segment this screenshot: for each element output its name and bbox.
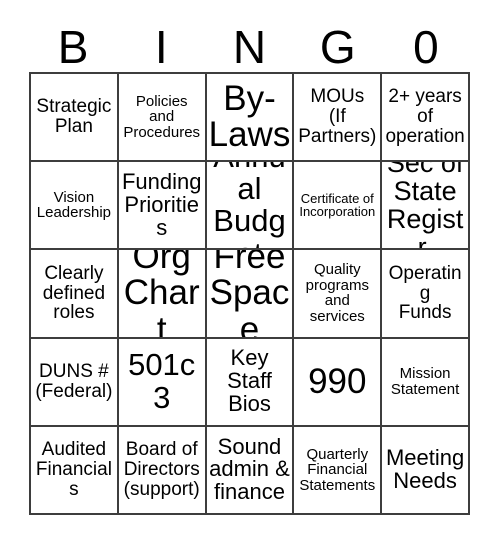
bingo-cell[interactable]: Certificate of Incorporation: [294, 162, 383, 251]
bingo-cell-label: DUNS # (Federal): [35, 360, 113, 402]
bingo-card: B I N G 0 Strategic Plan Policies and Pr…: [0, 0, 500, 544]
bingo-cell[interactable]: 2+ years of operation: [382, 74, 470, 163]
header-letter: 0: [413, 21, 439, 73]
bingo-cell[interactable]: 990: [294, 338, 383, 427]
bingo-cell[interactable]: 501c3: [118, 338, 207, 427]
bingo-cell[interactable]: Funding Priorities: [118, 162, 207, 251]
bingo-cell[interactable]: Board of Directors (support): [118, 426, 207, 515]
bingo-cell-label: Quarterly Financial Statements: [299, 445, 376, 494]
bingo-cell-label: 501c3: [128, 347, 196, 415]
bingo-cell[interactable]: Quarterly Financial Statements: [294, 426, 383, 515]
bingo-cell-label: MOUs (If Partners): [298, 86, 377, 147]
bingo-cell[interactable]: Strategic Plan: [31, 74, 119, 163]
bingo-cell-label: Operating Funds: [388, 262, 462, 324]
bingo-header-letter-g: G: [294, 14, 382, 72]
header-letter: G: [319, 21, 356, 73]
bingo-cell-label: Mission Statement: [390, 365, 460, 398]
bingo-cell-label: Key Staff Bios: [227, 345, 272, 417]
bingo-cell[interactable]: Vision Leadership: [31, 162, 119, 251]
bingo-cell[interactable]: Sec of State Registr.: [382, 162, 470, 251]
bingo-cell-label: Free Space: [209, 250, 290, 339]
bingo-cell-label: Sec of State Registr.: [386, 162, 464, 251]
bingo-cell-label: Board of Directors (support): [123, 439, 200, 500]
bingo-cell[interactable]: Clearly defined roles: [31, 250, 119, 339]
bingo-cell[interactable]: Key Staff Bios: [206, 338, 295, 427]
bingo-cell-label: Clearly defined roles: [42, 262, 106, 324]
bingo-cell-label: Quality programs and services: [305, 261, 369, 326]
bingo-grid: Strategic Plan Policies and Procedures B…: [29, 72, 470, 515]
bingo-cell-label: Org Chart: [123, 250, 200, 339]
bingo-cell[interactable]: Quality programs and services: [294, 250, 383, 339]
bingo-cell[interactable]: Operating Funds: [382, 250, 470, 339]
bingo-cell-label: Strategic Plan: [36, 96, 112, 138]
header-letter: B: [57, 21, 89, 73]
bingo-cell[interactable]: MOUs (If Partners): [294, 74, 383, 163]
bingo-cell-label: Certificate of Incorporation: [299, 190, 376, 220]
bingo-cell-label: Annual Budget: [213, 162, 286, 248]
header-letter: I: [154, 21, 168, 73]
bingo-cell[interactable]: By- Laws: [206, 74, 295, 163]
bingo-header-row: B I N G 0: [29, 14, 470, 72]
bingo-cell-label: Sound admin & finance: [209, 433, 290, 505]
bingo-cell-label: Meeting Needs: [385, 445, 465, 493]
bingo-header-letter-n: N: [205, 14, 293, 72]
bingo-cell-label: Vision Leadership: [36, 188, 112, 222]
bingo-cell[interactable]: Mission Statement: [382, 338, 470, 427]
bingo-cell[interactable]: Sound admin & finance: [206, 426, 295, 515]
bingo-cell[interactable]: Annual Budget: [206, 162, 295, 251]
bingo-cell[interactable]: DUNS # (Federal): [31, 338, 119, 427]
bingo-cell-free-space[interactable]: Free Space: [206, 250, 295, 339]
bingo-cell-label: Audited Financials: [35, 439, 112, 500]
bingo-cell[interactable]: Org Chart: [118, 250, 207, 339]
bingo-header-letter-o: 0: [382, 14, 470, 72]
bingo-header-letter-b: B: [29, 14, 117, 72]
bingo-cell-label: By- Laws: [208, 78, 291, 155]
bingo-cell[interactable]: Meeting Needs: [382, 426, 470, 515]
bingo-cell-label: Policies and Procedures: [123, 92, 201, 141]
bingo-header-letter-i: I: [117, 14, 205, 72]
header-letter: N: [232, 21, 267, 73]
bingo-cell-label: 2+ years of operation: [385, 86, 465, 147]
bingo-cell[interactable]: Audited Financials: [31, 426, 119, 515]
bingo-cell-label: Funding Priorities: [121, 168, 202, 240]
bingo-cell[interactable]: Policies and Procedures: [118, 74, 207, 163]
bingo-cell-label: 990: [308, 361, 367, 401]
